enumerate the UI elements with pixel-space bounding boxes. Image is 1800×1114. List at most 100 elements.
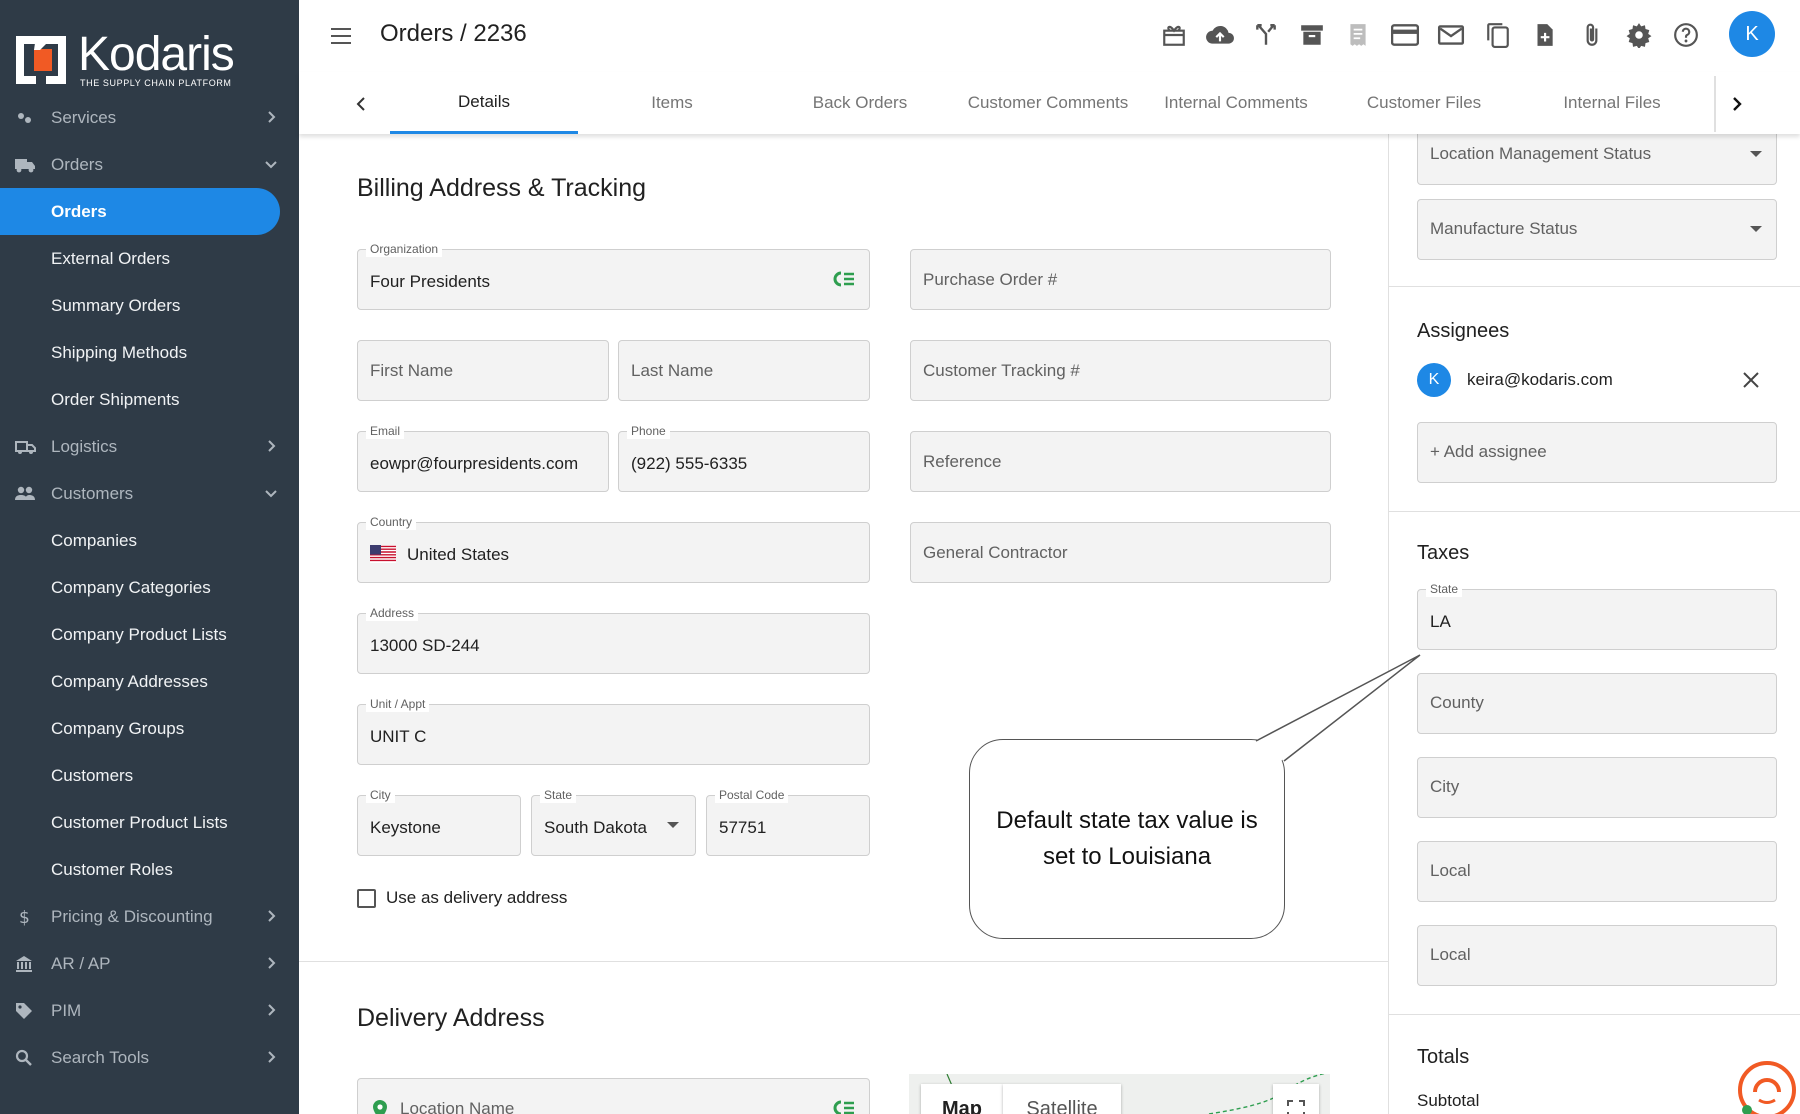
sidebar-item-services[interactable]: Services <box>0 94 299 141</box>
menu-icon[interactable] <box>329 24 353 48</box>
receipt-icon[interactable] <box>1343 20 1373 50</box>
cloud-upload-icon[interactable] <box>1205 20 1235 50</box>
local-tax-field-2[interactable]: Local <box>1417 925 1777 986</box>
main-content: Billing Address & Tracking Organization … <box>299 134 1388 1114</box>
purchase-order-field[interactable]: Purchase Order # <box>910 249 1331 310</box>
organization-lookup-icon[interactable] <box>833 270 855 293</box>
kodaris-logo[interactable]: Kodaris THE SUPPLY CHAIN PLATFORM <box>14 30 235 88</box>
satellite-view-button[interactable]: Satellite <box>1003 1084 1121 1114</box>
services-icon <box>14 108 34 128</box>
right-panel: Location Management Status Manufacture S… <box>1388 134 1800 1114</box>
help-icon[interactable] <box>1671 20 1701 50</box>
sidebar-item-customers[interactable]: Customers <box>0 470 299 517</box>
sidebar-item-logistics[interactable]: Logistics <box>0 423 299 470</box>
sidebar-item-orders[interactable]: Orders <box>0 141 299 188</box>
settings-icon[interactable] <box>1624 20 1654 50</box>
location-status-select[interactable]: Location Management Status <box>1417 134 1777 185</box>
sidebar-item-search-tools[interactable]: Search Tools <box>0 1034 299 1081</box>
sidebar-item-summary-orders[interactable]: Summary Orders <box>0 282 299 329</box>
organization-field[interactable]: Organization Four Presidents <box>357 241 870 310</box>
merge-icon[interactable] <box>1251 20 1281 50</box>
email-field[interactable]: Email eowpr@fourpresidents.com <box>357 423 609 492</box>
chevron-down-icon <box>262 155 280 173</box>
tab-items[interactable]: Items <box>578 72 766 134</box>
country-field[interactable]: Country United States <box>357 514 870 583</box>
sidebar-item-label: Orders <box>51 154 103 174</box>
logistics-icon <box>14 437 36 457</box>
add-assignee-field[interactable]: + Add assignee <box>1417 422 1777 483</box>
local-tax-field-1[interactable]: Local <box>1417 841 1777 902</box>
use-delivery-checkbox[interactable] <box>357 889 376 908</box>
tab-details[interactable]: Details <box>390 72 578 134</box>
add-file-icon[interactable] <box>1529 20 1559 50</box>
city-field[interactable]: City Keystone <box>357 787 521 856</box>
fullscreen-icon[interactable] <box>1273 1084 1319 1114</box>
sidebar-item-pricing-discounting[interactable]: $ Pricing & Discounting <box>0 893 299 940</box>
right-divider <box>1389 1014 1800 1015</box>
state-label: State <box>540 787 577 803</box>
chat-support-icon[interactable] <box>1737 1060 1797 1114</box>
tax-city-field[interactable]: City <box>1417 757 1777 818</box>
tax-state-field[interactable]: State LA <box>1417 581 1777 650</box>
sidebar-item-external-orders[interactable]: External Orders <box>0 235 299 282</box>
sidebar-item-customer-product-lists[interactable]: Customer Product Lists <box>0 799 299 846</box>
tab-scroll-right-icon[interactable] <box>1725 92 1749 116</box>
postal-code-field[interactable]: Postal Code 57751 <box>706 787 870 856</box>
sidebar-item-company-product-lists[interactable]: Company Product Lists <box>0 611 299 658</box>
sidebar-item-company-groups[interactable]: Company Groups <box>0 705 299 752</box>
state-select[interactable]: State South Dakota <box>531 787 696 856</box>
tab-internal-comments[interactable]: Internal Comments <box>1142 72 1330 134</box>
city-value: Keystone <box>370 818 441 837</box>
first-name-field[interactable]: First Name <box>357 340 609 401</box>
tab-customer-files[interactable]: Customer Files <box>1330 72 1518 134</box>
sidebar-item-company-categories[interactable]: Company Categories <box>0 564 299 611</box>
organization-label: Organization <box>366 241 443 257</box>
map-view-button[interactable]: Map <box>921 1084 1003 1114</box>
location-name-field[interactable]: Location Name <box>357 1078 870 1114</box>
tab-back-orders[interactable]: Back Orders <box>766 72 954 134</box>
manufacture-status-select[interactable]: Manufacture Status <box>1417 199 1777 260</box>
copy-icon[interactable] <box>1483 20 1513 50</box>
postal-code-label: Postal Code <box>715 787 789 803</box>
sidebar-item-ar-ap[interactable]: AR / AP <box>0 940 299 987</box>
address-field[interactable]: Address 13000 SD-244 <box>357 605 870 674</box>
location-lookup-icon[interactable] <box>833 1099 855 1114</box>
sidebar-item-customers[interactable]: Customers <box>0 752 299 799</box>
location-status-dropdown-icon <box>1750 151 1762 157</box>
sidebar-item-order-shipments[interactable]: Order Shipments <box>0 376 299 423</box>
credit-card-icon[interactable] <box>1390 20 1420 50</box>
reference-field[interactable]: Reference <box>910 431 1331 492</box>
last-name-placeholder: Last Name <box>631 361 714 380</box>
sidebar-item-shipping-methods[interactable]: Shipping Methods <box>0 329 299 376</box>
chevron-right-icon <box>262 1001 280 1019</box>
delivery-map[interactable]: Map Satellite <box>909 1074 1330 1114</box>
last-name-field[interactable]: Last Name <box>618 340 870 401</box>
customer-tracking-placeholder: Customer Tracking # <box>923 361 1080 380</box>
phone-field[interactable]: Phone (922) 555-6335 <box>618 423 870 492</box>
sidebar-item-pim[interactable]: PIM <box>0 987 299 1034</box>
unit-label: Unit / Appt <box>366 696 430 712</box>
remove-assignee-icon[interactable] <box>1741 370 1761 395</box>
tab-customer-comments[interactable]: Customer Comments <box>954 72 1142 134</box>
unit-field[interactable]: Unit / Appt UNIT C <box>357 696 870 765</box>
paperclip-icon[interactable] <box>1577 20 1607 50</box>
general-contractor-field[interactable]: General Contractor <box>910 522 1331 583</box>
archive-icon[interactable] <box>1297 20 1327 50</box>
gift-icon[interactable] <box>1159 20 1189 50</box>
sidebar-item-company-addresses[interactable]: Company Addresses <box>0 658 299 705</box>
county-field[interactable]: County <box>1417 673 1777 734</box>
tab-internal-files[interactable]: Internal Files <box>1518 72 1706 134</box>
sidebar-item-companies[interactable]: Companies <box>0 517 299 564</box>
sidebar-item-label: Summary Orders <box>51 295 181 315</box>
local-placeholder-2: Local <box>1430 945 1471 964</box>
country-value: United States <box>407 545 510 564</box>
assignee-email: keira@kodaris.com <box>1467 370 1613 389</box>
user-avatar[interactable]: K <box>1729 11 1775 57</box>
mail-icon[interactable] <box>1436 20 1466 50</box>
sidebar-item-customer-roles[interactable]: Customer Roles <box>0 846 299 893</box>
customer-tracking-field[interactable]: Customer Tracking # <box>910 340 1331 401</box>
sidebar-item-orders[interactable]: Orders <box>0 188 299 235</box>
chevron-right-icon <box>262 108 280 126</box>
tab-scroll-left-icon[interactable] <box>349 92 373 116</box>
tax-state-label: State <box>1426 581 1463 597</box>
